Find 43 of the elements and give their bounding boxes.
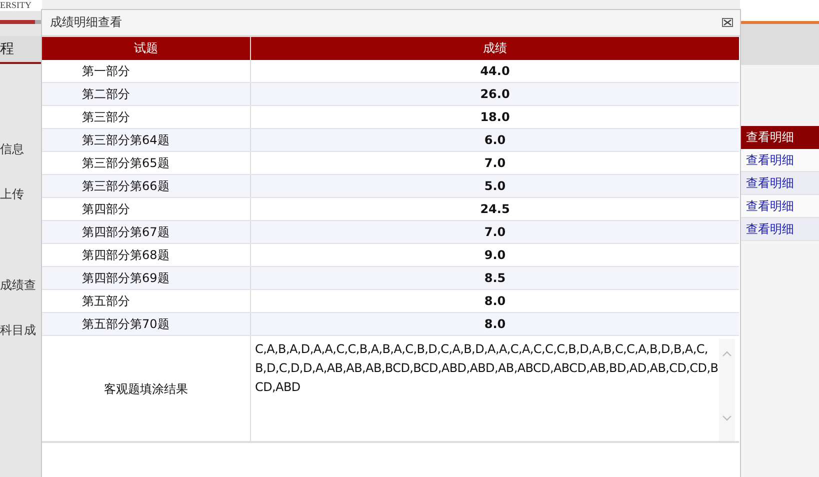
table-cell: 第三部分第64题 bbox=[42, 129, 251, 151]
table-cell: 客观题填涂结果 bbox=[42, 336, 251, 441]
view-details-link[interactable]: 查看明细 bbox=[740, 149, 819, 172]
nav-item[interactable]: 信息 bbox=[0, 142, 42, 187]
table-cell-text: 7.0 bbox=[483, 224, 507, 241]
nav-tab[interactable]: 程 bbox=[0, 36, 42, 64]
table-cell: 第五部分第70题 bbox=[42, 313, 251, 335]
column-header: 成绩 bbox=[482, 40, 508, 57]
view-details-link[interactable]: 查看明细 bbox=[740, 172, 819, 195]
table-cell-text: 9.0 bbox=[483, 247, 507, 264]
column-header: 查看明细 bbox=[740, 126, 819, 149]
table-cell: 第四部分第69题 bbox=[42, 267, 251, 289]
table-cell-text: 8.0 bbox=[483, 316, 507, 333]
table-cell-text: 44.0 bbox=[479, 63, 511, 80]
nav-item[interactable]: 科目成 bbox=[0, 323, 42, 368]
table-cell: 第五部分 bbox=[42, 290, 251, 312]
logo-text: ERSITY bbox=[0, 0, 42, 11]
chevron-up-icon[interactable] bbox=[722, 351, 732, 357]
table-cell: 第二部分 bbox=[42, 83, 251, 105]
scrollbar[interactable] bbox=[719, 339, 735, 441]
view-details-link[interactable]: 查看明细 bbox=[740, 195, 819, 218]
close-icon[interactable] bbox=[722, 18, 733, 27]
dialog-title: 成绩明细查看 bbox=[50, 14, 122, 31]
table-cell-text: 26.0 bbox=[479, 86, 511, 103]
table-cell-text: 8.5 bbox=[483, 270, 507, 287]
table-cell: 第四部分第67题 bbox=[42, 221, 251, 243]
table-cell: 第四部分 bbox=[42, 198, 251, 220]
table-cell: 第三部分第66题 bbox=[42, 175, 251, 197]
chevron-down-icon[interactable] bbox=[722, 415, 732, 421]
view-details-link[interactable]: 查看明细 bbox=[740, 218, 819, 241]
table-cell-text: 6.0 bbox=[483, 132, 507, 149]
table-cell-text: 7.0 bbox=[483, 155, 507, 172]
table-cell: 第三部分第65题 bbox=[42, 152, 251, 174]
table-cell-text: 18.0 bbox=[479, 109, 511, 126]
nav-item[interactable]: 上传 bbox=[0, 187, 42, 278]
table-cell: 第三部分 bbox=[42, 106, 251, 128]
table-cell: 第四部分第68题 bbox=[42, 244, 251, 266]
table-cell: 第一部分 bbox=[42, 60, 251, 82]
table-cell-text: 5.0 bbox=[483, 178, 507, 195]
table-cell-text: 8.0 bbox=[483, 293, 507, 310]
nav-item[interactable]: 成绩查 bbox=[0, 278, 42, 323]
answers-field[interactable]: C,A,B,A,D,A,A,C,C,B,A,B,A,C,B,D,C,A,B,D,A,A,C,A,C,C,C,B,D,A,B,C,C,A,B,D,B,A,C,B,D,C,D,D,A,AB,AB,AB,BCD,BCD,ABD,ABD,AB,ABCD,ABCD,AB,BD,AD,AB,CD,CD,BCD,ABD bbox=[255, 339, 719, 441]
table-cell-text: 24.5 bbox=[479, 201, 511, 218]
